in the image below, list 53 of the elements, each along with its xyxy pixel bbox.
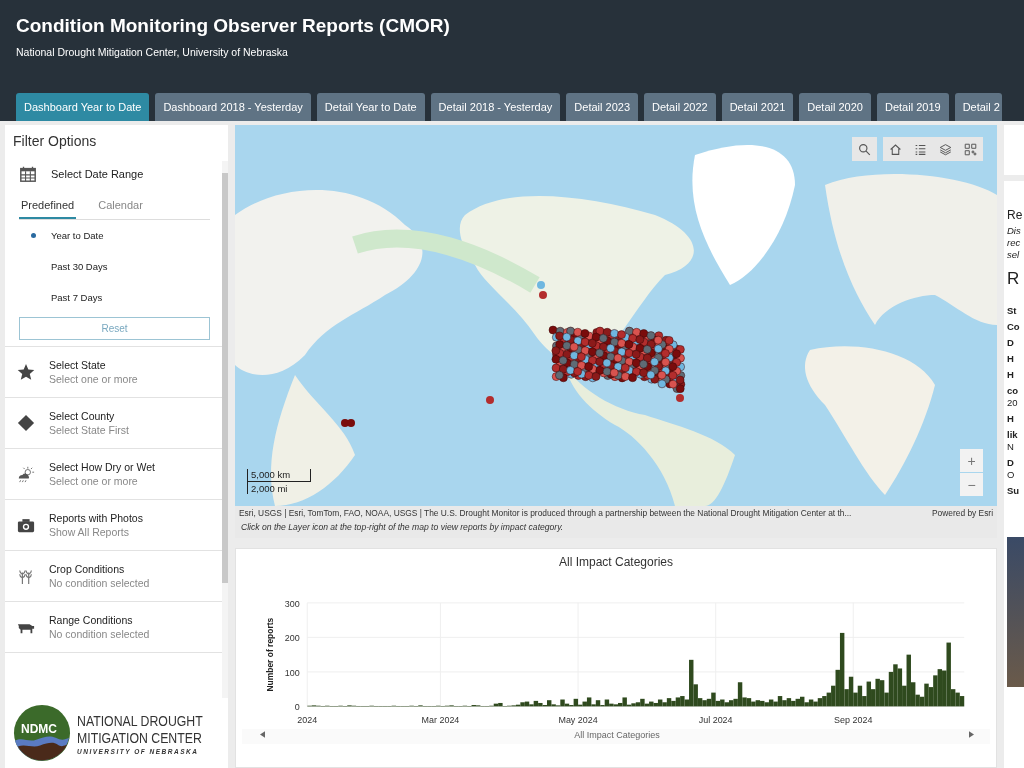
filter-value: Select one or more [49, 475, 139, 487]
filter-value: Select one or more [49, 373, 138, 385]
attribution-text: Esri, USGS | Esri, TomTom, FAO, NOAA, USGS | The U.S. Drought Monitor is produced through a partnership between the National Drought Mitigation Center at th... [239, 508, 852, 518]
y-tick-label: 200 [284, 633, 300, 644]
scale-bar: 2,000 mi [247, 482, 302, 494]
date-range-label: Select Date Range [51, 168, 144, 180]
x-tick-label: Mar 2024 [421, 715, 460, 726]
filter-value: Select State First [49, 424, 129, 436]
details-text: co [1007, 385, 1020, 397]
x-tick-label: 2024 [297, 715, 318, 726]
y-tick-label: 100 [284, 667, 300, 678]
logo-text: MITIGATION CENTER [77, 728, 203, 746]
details-text: St [1007, 305, 1018, 317]
details-text: H [1007, 353, 1015, 365]
chart-navigator-label: All Impact Categories [574, 729, 660, 740]
filter-label: Select County [49, 410, 116, 422]
filter-label: Select State [49, 359, 107, 371]
details-text: Re [1007, 209, 1024, 221]
details-text: H [1007, 413, 1015, 425]
sidebar-title: Filter Options [12, 132, 98, 151]
filter-label: Range Conditions [49, 614, 134, 626]
details-text: Co [1007, 321, 1021, 333]
details-text: Su [1007, 485, 1021, 497]
x-tick-label: Sep 2024 [834, 715, 873, 726]
filter-value: Show All Reports [49, 526, 130, 538]
filter-label: Crop Conditions [49, 563, 126, 575]
scale-bar: 5,000 km [247, 469, 312, 482]
x-tick-label: Jul 2024 [698, 715, 733, 726]
details-text: sel [1007, 249, 1021, 261]
filter-label: Reports with Photos [49, 512, 143, 524]
details-text: 20 [1007, 397, 1019, 409]
x-tick-label: May 2024 [558, 715, 598, 726]
logo-text: NATIONAL DROUGHT [77, 711, 203, 729]
page-subtitle: National Drought Mitigation Center, University of Nebraska [16, 46, 289, 58]
logo-badge-text: NDMC [21, 722, 57, 736]
filter-value: No condition selected [49, 628, 150, 640]
map-note: Click on the Layer icon at the top-right of the map to view reports by impact category. [240, 521, 565, 534]
details-text: D [1007, 337, 1015, 349]
y-tick-label: 0 [294, 702, 300, 713]
y-tick-label: 300 [284, 598, 300, 609]
details-text: O [1007, 469, 1016, 481]
y-axis-title: Number of reports [265, 617, 276, 692]
details-text: D [1007, 457, 1015, 469]
page-title: Condition Monitoring Observer Reports (CMOR) [16, 15, 451, 37]
details-text: H [1007, 369, 1015, 381]
details-text: R [1007, 269, 1021, 289]
details-text: lik [1007, 429, 1019, 441]
filter-label: Select How Dry or Wet [49, 461, 155, 473]
chart-title: All Impact Categories [557, 554, 674, 569]
details-text: rec [1007, 237, 1022, 249]
details-text: N [1007, 441, 1015, 453]
details-text: Dis [1007, 225, 1022, 237]
filter-value: No condition selected [49, 577, 150, 589]
